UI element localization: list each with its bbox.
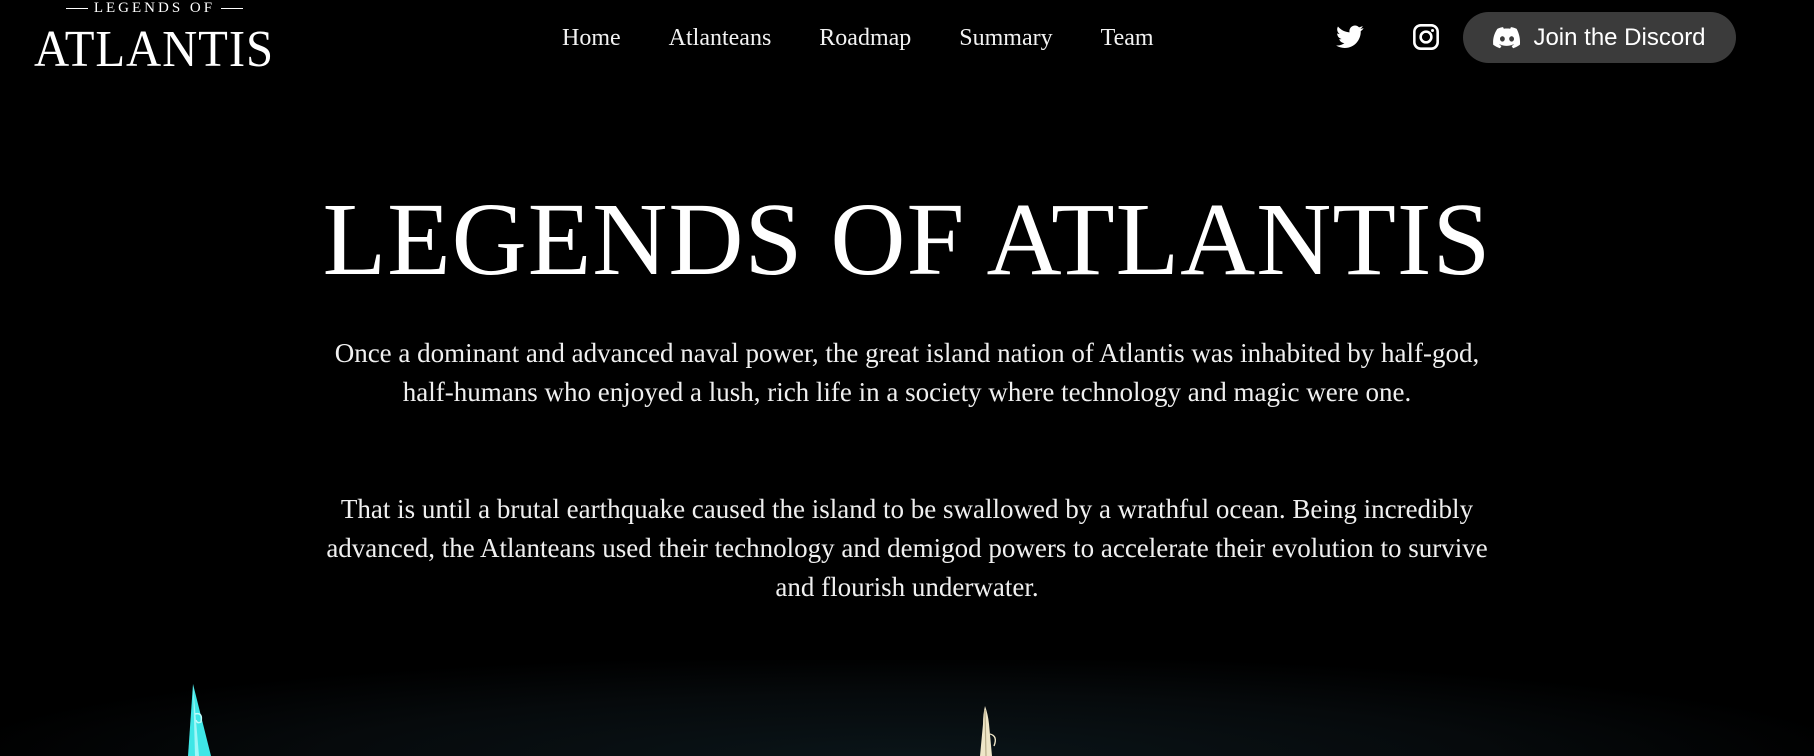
hero-paragraph-1: Once a dominant and advanced naval power… — [334, 338, 1480, 407]
logo-top-row: LEGENDS OF — [32, 0, 277, 16]
discord-icon — [1493, 26, 1521, 48]
main-nav: Home Atlanteans Roadmap Summary Team — [562, 18, 1154, 58]
nav-summary[interactable]: Summary — [959, 18, 1052, 58]
logo-main-text: ATLANTIS — [34, 21, 274, 74]
logo-divider-right — [221, 7, 244, 9]
hero-title: LEGENDS OF ATLANTIS — [322, 182, 1492, 297]
page: LEGENDS OF ATLANTIS Home Atlanteans Road… — [0, 0, 1814, 756]
join-discord-label: Join the Discord — [1533, 23, 1706, 51]
hero-scene-background — [0, 660, 1814, 756]
figure-right — [980, 706, 997, 756]
twitter-icon — [1336, 25, 1364, 48]
hero-paragraph-2: That is until a brutal earthquake caused… — [326, 494, 1488, 602]
join-discord-button[interactable]: Join the Discord — [1463, 12, 1736, 63]
logo-top-text: LEGENDS OF — [93, 0, 216, 16]
instagram-icon — [1413, 24, 1439, 50]
nav-team[interactable]: Team — [1101, 18, 1154, 58]
nav-home[interactable]: Home — [562, 18, 621, 58]
twitter-link[interactable] — [1333, 20, 1367, 54]
instagram-link[interactable] — [1409, 20, 1443, 54]
site-logo[interactable]: LEGENDS OF ATLANTIS — [32, 0, 277, 74]
logo-divider-left — [65, 7, 88, 9]
nav-roadmap[interactable]: Roadmap — [819, 18, 911, 58]
nav-atlanteans[interactable]: Atlanteans — [669, 18, 772, 58]
logo-wordmark: ATLANTIS — [34, 21, 274, 74]
trident-figure-left — [188, 684, 211, 756]
site-header: LEGENDS OF ATLANTIS Home Atlanteans Road… — [0, 0, 1814, 80]
